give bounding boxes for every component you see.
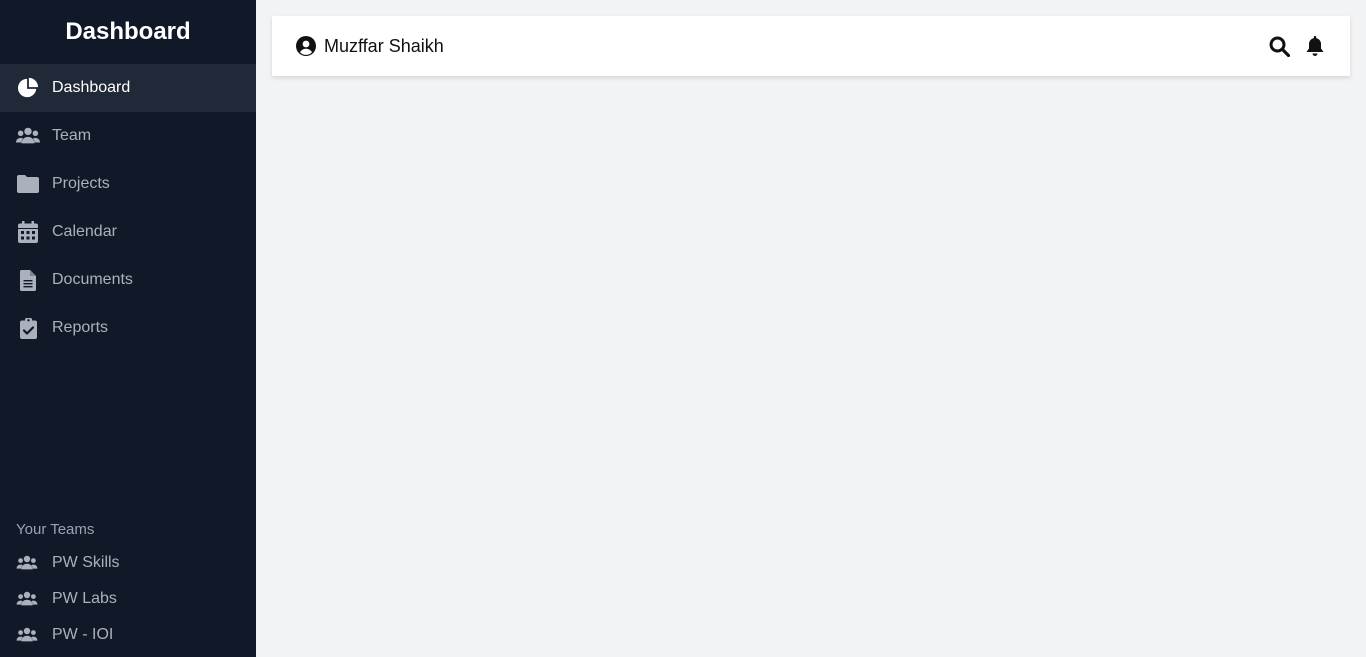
sidebar-item-label: Projects: [52, 175, 110, 192]
user-profile[interactable]: Muzffar Shaikh: [296, 36, 444, 57]
team-item-pw-ioi[interactable]: PW - IOI: [0, 617, 256, 653]
bell-icon[interactable]: [1304, 35, 1326, 57]
sidebar-item-label: Team: [52, 127, 92, 144]
teams-heading: Your Teams: [16, 520, 95, 538]
users-icon: [16, 624, 38, 646]
sidebar-item-calendar[interactable]: Calendar: [0, 208, 256, 256]
search-icon[interactable]: [1268, 35, 1290, 57]
team-item-pw-labs[interactable]: PW Labs: [0, 581, 256, 617]
user-circle-icon: [296, 36, 316, 56]
sidebar-item-reports[interactable]: Reports: [0, 304, 256, 352]
top-bar: Muzffar Shaikh: [272, 16, 1350, 76]
brand-title: Dashboard: [65, 18, 191, 45]
document-icon: [16, 268, 40, 292]
pie-chart-icon: [16, 76, 40, 100]
sidebar-item-label: Dashboard: [52, 79, 131, 96]
folder-icon: [16, 172, 40, 196]
sidebar-item-label: Calendar: [52, 223, 117, 240]
user-name: Muzffar Shaikh: [324, 35, 444, 56]
team-item-label: PW Labs: [52, 590, 117, 607]
sidebar-item-label: Documents: [52, 271, 133, 288]
calendar-icon: [16, 220, 40, 244]
team-item-pw-skills[interactable]: PW Skills: [0, 545, 256, 581]
team-item-label: PW Skills: [52, 554, 120, 571]
header-actions: [1268, 35, 1326, 57]
team-item-label: PW - IOI: [52, 626, 114, 643]
sidebar-item-label: Reports: [52, 319, 109, 336]
users-icon: [16, 588, 38, 610]
sidebar: Dashboard Dashboard Team Projects Calend…: [0, 0, 256, 657]
clipboard-check-icon: [16, 316, 40, 340]
your-teams-section: Your Teams PW Skills PW Labs PW - IOI: [0, 513, 256, 657]
users-icon: [16, 552, 38, 574]
sidebar-nav: Dashboard Team Projects Calendar Documen…: [0, 64, 256, 352]
sidebar-item-projects[interactable]: Projects: [0, 160, 256, 208]
users-icon: [16, 124, 40, 148]
sidebar-item-dashboard[interactable]: Dashboard: [0, 64, 256, 112]
sidebar-item-documents[interactable]: Documents: [0, 256, 256, 304]
sidebar-item-team[interactable]: Team: [0, 112, 256, 160]
